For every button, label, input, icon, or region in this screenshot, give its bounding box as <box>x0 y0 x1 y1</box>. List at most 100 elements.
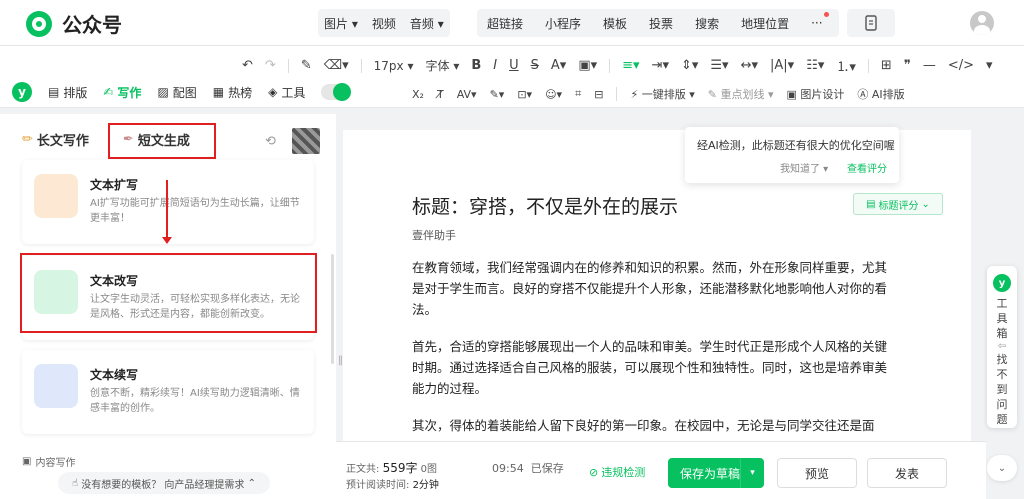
title-score-button[interactable]: ▤ 标题评分 ⌄ <box>853 193 943 215</box>
tab-tools[interactable]: ◈ 工具 <box>268 84 305 101</box>
side-panel-toggle[interactable] <box>321 83 352 101</box>
font-size-select[interactable]: 17px ▾ <box>374 59 414 73</box>
continue-icon <box>34 364 78 408</box>
image-design-button[interactable]: ▣ 图片设计 <box>787 86 845 102</box>
one-click-layout-button[interactable]: ⚡ 一键排版 ▾ <box>630 86 694 102</box>
list-icon[interactable]: ☷▾ <box>806 58 824 73</box>
save-status: 09:54 已保存 <box>492 462 564 475</box>
article-paragraph[interactable]: 首先，合适的穿搭能够展现出一个人的品味和审美。学生时代正是形成个人风格的关键时期… <box>412 336 896 399</box>
ai-tip-dismiss-button[interactable]: 我知道了 ▾ <box>780 160 828 175</box>
card-description: 创意不断，精彩续写！AI续写助力逻辑清晰、情感丰富的创作。 <box>90 388 300 414</box>
media-group: 图片 ▾ 视频 音频 ▾ <box>318 9 450 37</box>
clear-format-icon[interactable]: ⌫▾ <box>324 58 349 73</box>
align-left-icon[interactable]: ≡▾ <box>622 58 639 73</box>
insert-search[interactable]: 搜索 <box>695 15 719 32</box>
expand-icon <box>34 174 78 218</box>
annotation-arrow <box>162 180 172 244</box>
strikethrough-icon[interactable]: S <box>531 58 539 73</box>
quote-icon[interactable]: ❞ <box>904 58 911 73</box>
italic-icon[interactable]: I <box>493 58 497 73</box>
mobile-preview-button[interactable] <box>847 9 895 37</box>
key-point-button[interactable]: ✎ 重点划线 ▾ <box>708 86 774 102</box>
emoji-icon[interactable]: ☺▾ <box>545 88 562 101</box>
annotation-highlight-box <box>108 123 216 159</box>
publish-button[interactable]: 发表 <box>867 458 947 488</box>
ai-tip-view-score-link[interactable]: 查看评分 <box>847 160 887 175</box>
insert-miniprogram[interactable]: 小程序 <box>545 15 581 32</box>
article-paragraph[interactable]: 其次，得体的着装能给人留下良好的第一印象。在校园中，无论是与同学交往还是面 <box>412 415 896 436</box>
scroll-down-button[interactable]: ⌄ <box>987 455 1017 481</box>
history-icon[interactable]: ⟲ <box>265 134 276 149</box>
user-thumbnail <box>292 128 320 154</box>
tab-writing[interactable]: ✍ 写作 <box>103 84 141 101</box>
clear-style-icon[interactable]: T̸ <box>437 88 444 101</box>
ordered-list-icon[interactable]: ⒈▾ <box>836 56 856 75</box>
subscript-icon[interactable]: X₂ <box>412 88 424 101</box>
media-image-menu[interactable]: 图片 ▾ <box>324 15 358 32</box>
more-menu-button[interactable]: ··· <box>811 12 829 30</box>
redo-icon[interactable]: ↷ <box>265 58 276 73</box>
background-color-icon[interactable]: ▣▾ <box>578 58 597 73</box>
card-text-expand[interactable]: 文本扩写 AI扩写功能可扩展简短语句为生动长篇，让细节更丰富！ <box>22 160 314 244</box>
ai-title-tip: 经AI检测，此标题还有很大的优化空间喔 我知道了 ▾ 查看评分 <box>685 127 899 183</box>
briefcase-icon[interactable]: ⊟ <box>594 88 603 101</box>
compliance-check-button[interactable]: ⊘ 违规检测 <box>589 464 645 480</box>
indent-icon[interactable]: ⇥▾ <box>652 58 669 73</box>
paragraph-spacing-icon[interactable]: ☰▾ <box>710 58 728 73</box>
divider <box>360 58 362 73</box>
insert-template[interactable]: 模板 <box>603 15 627 32</box>
logo[interactable]: 公众号 <box>26 9 122 38</box>
html-icon[interactable]: ⌗ <box>575 87 581 101</box>
cube-icon: ◈ <box>268 85 278 99</box>
tab-image[interactable]: ▨ 配图 <box>157 84 196 101</box>
card-description: AI扩写功能可扩展简短语句为生动长篇，让细节更丰富！ <box>90 198 300 224</box>
letter-spacing-icon[interactable]: ↔▾ <box>741 58 758 73</box>
card-text-continue[interactable]: 文本续写 创意不断，精彩续写！AI续写助力逻辑清晰、情感丰富的创作。 <box>22 350 314 434</box>
media-audio-menu[interactable]: 音频 ▾ <box>410 15 444 32</box>
line-spacing-icon[interactable]: ⇕▾ <box>681 58 698 73</box>
feedback-link[interactable]: ☝ 没有想要的模板？ 向产品经理提需求 ⌃ <box>58 472 270 494</box>
wand-icon[interactable]: ✎▾ <box>490 88 505 101</box>
format-brush-icon[interactable]: ✎ <box>301 58 312 73</box>
chart-icon[interactable]: ⊡▾ <box>517 88 532 101</box>
chevron-down-icon[interactable]: ▾ <box>740 458 764 488</box>
code-icon[interactable]: </> <box>948 58 974 73</box>
hand-icon: ☝ <box>71 477 79 489</box>
image-icon: ▨ <box>157 85 169 99</box>
article-title[interactable]: 标题：穿搭，不仅是外在的展示 <box>412 192 678 219</box>
tab-layout[interactable]: ▤ 排版 <box>48 84 87 101</box>
preview-button[interactable]: 预览 <box>777 458 857 488</box>
writing-panel: ✏ 长文写作 ✒ 短文生成 ⟲ 文本扩写 AI扩写功能可扩展简短语句为生动长篇，让细… <box>0 114 336 499</box>
underline-icon[interactable]: U <box>509 58 519 73</box>
user-avatar[interactable] <box>970 11 994 35</box>
annotation-highlight-box <box>20 253 317 333</box>
toolbox-label: 工具箱 <box>996 297 1008 340</box>
table-icon[interactable]: ⊞ <box>881 58 892 73</box>
more-tools-icon[interactable]: ▾ <box>986 58 993 73</box>
tab-long-writing[interactable]: ✏ 长文写作 <box>22 130 89 149</box>
bottom-bar: 正文共: 559字 0图 预计阅读时间: 2分钟 09:54 已保存 ⊘ 违规检测… <box>336 441 986 499</box>
font-family-select[interactable]: 字体 ▾ <box>425 57 459 74</box>
font-color-icon[interactable]: A▾ <box>551 58 566 73</box>
article-paragraph[interactable]: 在教育领域，我们经常强调内在的修养和知识的积累。然而，外在形象同样重要，尤其是对… <box>412 257 896 320</box>
text-direction-icon[interactable]: |A|▾ <box>770 58 794 73</box>
insert-location[interactable]: 地理位置 <box>741 15 789 32</box>
media-video-menu[interactable]: 视频 <box>372 15 396 32</box>
toolbox-panel[interactable]: y 工具箱 ⇦ 找不到问题 <box>987 266 1017 428</box>
divider-line-icon[interactable]: — <box>923 58 936 73</box>
format-toolbar-row-2: X₂ T̸ AV▾ ✎▾ ⊡▾ ☺▾ ⌗ ⊟ ⚡ 一键排版 ▾ ✎ 重点划线 ▾… <box>412 86 905 102</box>
insert-vote[interactable]: 投票 <box>649 15 673 32</box>
yiban-logo-icon[interactable]: y <box>12 82 32 102</box>
writing-icon: ✍ <box>103 85 114 99</box>
article-author[interactable]: 壹伴助手 <box>412 227 456 243</box>
save-draft-button[interactable]: 保存为草稿 ▾ <box>668 458 764 488</box>
tab-hot-list[interactable]: ▦ 热榜 <box>213 84 252 101</box>
insert-hyperlink[interactable]: 超链接 <box>487 15 523 32</box>
character-spacing-icon[interactable]: AV▾ <box>457 88 477 101</box>
hot-list-icon: ▦ <box>212 85 225 99</box>
bold-icon[interactable]: B <box>471 58 481 73</box>
arrow-left-icon: ⇦ <box>997 341 1007 352</box>
panel-scrollbar[interactable] <box>331 254 334 364</box>
ai-layout-button[interactable]: Ⓐ AI排版 <box>857 86 904 102</box>
undo-icon[interactable]: ↶ <box>242 58 253 73</box>
